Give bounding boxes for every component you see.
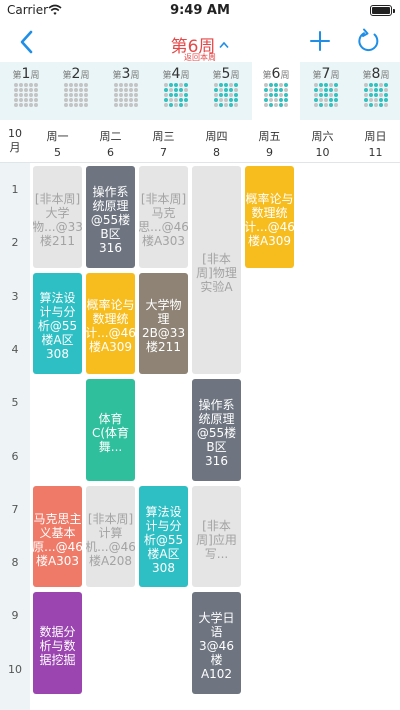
- course-card[interactable]: 算法设计与分析@55楼A区308: [33, 272, 82, 375]
- course-text: 体育C(体育舞...: [91, 411, 130, 454]
- course-text: [非本周]大学物...@33楼211: [33, 191, 82, 248]
- week-label: 第3周: [112, 66, 140, 82]
- day-header-5: 周五 9: [258, 130, 281, 159]
- period-label: 8: [11, 556, 19, 570]
- week-overview-dots: [14, 83, 39, 108]
- day-header-1: 周一 5: [46, 130, 69, 159]
- course-text: 马克思主义基本原...@46楼A303: [33, 511, 82, 568]
- nav-bar: 第6周 返回本周: [0, 22, 400, 62]
- period-label: 5: [11, 396, 19, 410]
- clock: 9:49 AM: [170, 3, 230, 18]
- course-text: 算法设计与分析@55楼A区308: [143, 504, 184, 575]
- period-label: 4: [11, 342, 19, 356]
- refresh-icon[interactable]: [355, 27, 383, 55]
- course-card[interactable]: 概率论与数理统计...@46楼A309: [245, 166, 294, 268]
- week-overview-dots: [114, 83, 139, 108]
- course-card[interactable]: 大学日语3@46楼A102: [192, 592, 241, 694]
- week-item-7[interactable]: 第7周: [302, 62, 350, 120]
- week-item-3[interactable]: 第3周: [102, 62, 150, 120]
- period-label: 10: [8, 662, 22, 676]
- week-label: 第6周: [262, 66, 290, 82]
- course-text: 操作系统原理@55楼B区316: [196, 397, 237, 468]
- week-label: 第7周: [312, 66, 340, 82]
- chevron-up-icon: [219, 41, 230, 48]
- day-header-2: 周二 6: [99, 130, 122, 159]
- week-overview-dots: [264, 83, 289, 108]
- period-label: 2: [11, 236, 19, 250]
- course-card[interactable]: [非本周]物理实验A: [192, 166, 241, 375]
- month-label: 10 月: [8, 127, 22, 154]
- course-text: 概率论与数理统计...@46楼A309: [245, 191, 294, 248]
- course-text: [非本周]马克思...@46楼A303: [139, 191, 188, 248]
- course-card[interactable]: 数据分析与数据挖掘: [33, 592, 82, 694]
- course-text: [非本周]应用写...: [196, 518, 237, 561]
- week-overview-dots: [314, 83, 339, 108]
- week-item-5[interactable]: 第5周: [202, 62, 250, 120]
- course-text: 大学日语3@46楼A102: [198, 611, 235, 682]
- day-header: 10 月 周一 5 周二 6 周三 7 周四 8 周五 9 周六 10 周日 11: [0, 120, 400, 163]
- course-card[interactable]: [非本周]应用写...: [192, 485, 241, 588]
- course-card[interactable]: 操作系统原理@55楼B区316: [192, 379, 241, 481]
- course-card[interactable]: 体育C(体育舞...: [86, 379, 135, 481]
- week-overview-dots: [364, 83, 389, 108]
- week-item-2[interactable]: 第2周: [52, 62, 100, 120]
- course-text: 算法设计与分析@55楼A区308: [37, 291, 78, 362]
- week-selector: 第1周 第2周 第3周 第4周 第5周 第6周 第7周 第8周: [0, 62, 400, 120]
- course-card[interactable]: [非本周]大学物...@33楼211: [33, 166, 82, 268]
- week-label: 第4周: [162, 66, 190, 82]
- period-label: 9: [11, 609, 19, 623]
- course-text: 数据分析与数据挖掘: [39, 625, 76, 668]
- battery-icon: [370, 5, 395, 16]
- course-card[interactable]: 算法设计与分析@55楼A区308: [139, 485, 188, 588]
- day-header-4: 周四 8: [205, 130, 228, 159]
- course-card[interactable]: 操作系统原理@55楼B区316: [86, 166, 135, 268]
- course-card[interactable]: [非本周]马克思...@46楼A303: [139, 166, 188, 268]
- week-overview-dots: [164, 83, 189, 108]
- timetable-grid: 1 2 3 4 5 6 7 8 9 10 [非本周]大学物...@33楼211 操作系统原理@55楼B…: [0, 163, 400, 710]
- course-text: [非本周]计算机...@46楼A208: [86, 511, 135, 568]
- day-header-3: 周三 7: [152, 130, 175, 159]
- week-item-8[interactable]: 第8周: [352, 62, 400, 120]
- week-label: 第5周: [212, 66, 240, 82]
- course-card[interactable]: 概率论与数理统计...@46楼A309: [86, 272, 135, 375]
- course-card[interactable]: 大学物理2B@33楼211: [139, 272, 188, 375]
- status-bar: Carrier 9:49 AM: [0, 0, 400, 22]
- add-icon[interactable]: [306, 27, 334, 55]
- week-label: 第8周: [362, 66, 390, 82]
- period-label: 1: [11, 183, 19, 196]
- week-label: 第1周: [12, 66, 40, 82]
- week-overview-dots: [214, 83, 239, 108]
- week-item-1[interactable]: 第1周: [2, 62, 50, 120]
- period-label: 6: [11, 449, 19, 463]
- week-label: 第2周: [62, 66, 90, 82]
- day-header-7: 周日 11: [364, 130, 387, 159]
- course-text: 操作系统原理@55楼B区316: [90, 184, 131, 255]
- period-label: 7: [11, 502, 19, 516]
- course-card[interactable]: [非本周]计算机...@46楼A208: [86, 485, 135, 588]
- day-header-6: 周六 10: [311, 130, 334, 159]
- course-text: 大学物理2B@33楼211: [141, 298, 186, 355]
- week-item-6[interactable]: 第6周: [252, 62, 300, 120]
- course-text: [非本周]物理实验A: [196, 252, 237, 295]
- period-label: 3: [11, 289, 19, 303]
- week-item-4[interactable]: 第4周: [152, 62, 200, 120]
- course-text: 概率论与数理统计...@46楼A309: [86, 298, 135, 355]
- course-card[interactable]: 马克思主义基本原...@46楼A303: [33, 485, 82, 588]
- week-overview-dots: [64, 83, 89, 108]
